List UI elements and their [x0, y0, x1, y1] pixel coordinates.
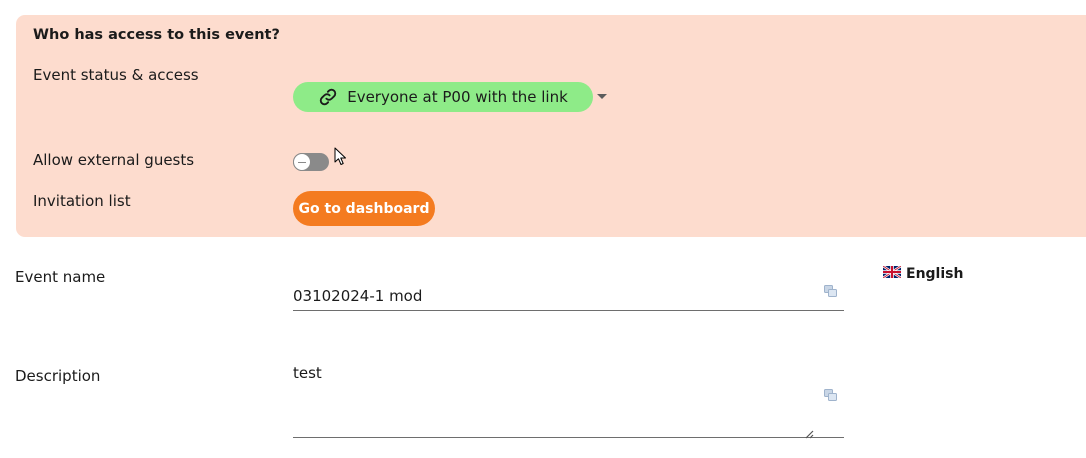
- event-status-dropdown[interactable]: Everyone at P00 with the link: [293, 82, 593, 112]
- link-icon: [318, 87, 338, 107]
- access-panel: Who has access to this event? Event stat…: [16, 15, 1086, 237]
- description-value: test: [293, 364, 322, 382]
- resize-grip-icon[interactable]: [804, 424, 814, 443]
- external-guests-label: Allow external guests: [33, 151, 195, 169]
- language-selector[interactable]: English: [882, 265, 964, 282]
- go-to-dashboard-button[interactable]: Go to dashboard: [293, 191, 435, 226]
- invitation-list-label: Invitation list: [33, 192, 131, 210]
- description-textarea[interactable]: test: [293, 360, 844, 438]
- language-label: English: [906, 266, 964, 282]
- event-status-value: Everyone at P00 with the link: [347, 88, 568, 106]
- event-name-input[interactable]: 03102024-1 mod: [293, 283, 844, 311]
- translate-icon[interactable]: [824, 386, 837, 405]
- chevron-down-icon[interactable]: [597, 94, 607, 99]
- uk-flag-icon: [882, 265, 902, 282]
- event-status-label: Event status & access: [33, 66, 199, 84]
- access-panel-title: Who has access to this event?: [33, 27, 280, 43]
- event-name-value: 03102024-1 mod: [293, 287, 423, 305]
- external-guests-toggle[interactable]: [293, 153, 329, 171]
- translate-icon[interactable]: [824, 282, 837, 301]
- mouse-cursor-icon: [334, 147, 348, 171]
- description-label: Description: [15, 367, 101, 385]
- toggle-knob: [293, 153, 311, 171]
- event-settings-page: Who has access to this event? Event stat…: [0, 0, 1086, 458]
- event-name-label: Event name: [15, 268, 106, 286]
